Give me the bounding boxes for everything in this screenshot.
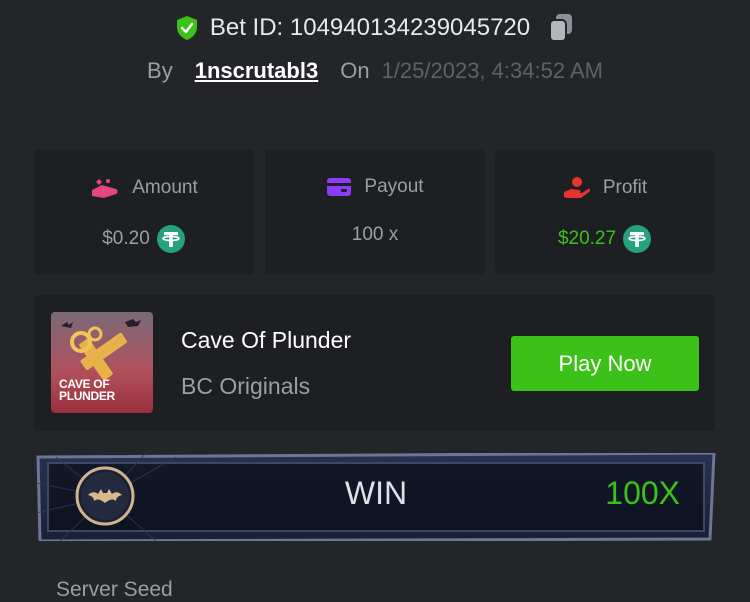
- result-label: WIN: [344, 475, 408, 511]
- profit-label: Profit: [602, 177, 648, 198]
- result-multiplier: 100X: [605, 475, 680, 511]
- play-now-button[interactable]: Play Now: [511, 336, 699, 391]
- usdt-coin-icon: [622, 224, 652, 254]
- payout-value: 100 x: [351, 224, 399, 245]
- by-label: By: [147, 58, 173, 83]
- bet-header: Bet ID: 104940134239045720: [0, 8, 750, 48]
- bat-emblem-icon: [74, 465, 136, 532]
- verified-shield-icon: [176, 15, 198, 41]
- game-thumbnail[interactable]: CAVE OF PLUNDER: [51, 312, 153, 413]
- game-card: CAVE OF PLUNDER Cave Of Plunder BC Origi…: [34, 295, 715, 431]
- amount-value: $0.20: [102, 228, 150, 249]
- bet-id: Bet ID: 104940134239045720: [209, 14, 531, 41]
- thumb-title-line2: PLUNDER: [59, 389, 115, 403]
- wallet-icon: [326, 176, 352, 198]
- copy-icon[interactable]: [548, 13, 574, 43]
- bet-meta: By 1nscrutabl3 On 1/25/2023, 4:34:52 AM: [0, 54, 750, 88]
- game-name[interactable]: Cave Of Plunder: [181, 327, 351, 354]
- payout-label: Payout: [364, 176, 424, 197]
- amount-label: Amount: [132, 177, 198, 198]
- profit-hand-icon: [563, 176, 591, 200]
- username-link[interactable]: 1nscrutabl3: [195, 58, 319, 84]
- usdt-coin-icon: [156, 224, 186, 254]
- profit-value: $20.27: [557, 228, 617, 249]
- on-label: On: [340, 58, 370, 83]
- amount-icon: [90, 176, 120, 200]
- server-seed-label: Server Seed: [56, 578, 173, 601]
- bet-datetime: 1/25/2023, 4:34:52 AM: [381, 58, 603, 83]
- payout-card: Payout 100 x: [265, 150, 485, 274]
- game-provider: BC Originals: [181, 373, 311, 399]
- result-banner: WIN 100X: [36, 453, 716, 541]
- amount-card: Amount $0.20: [34, 150, 254, 274]
- profit-card: Profit $20.27: [495, 150, 715, 274]
